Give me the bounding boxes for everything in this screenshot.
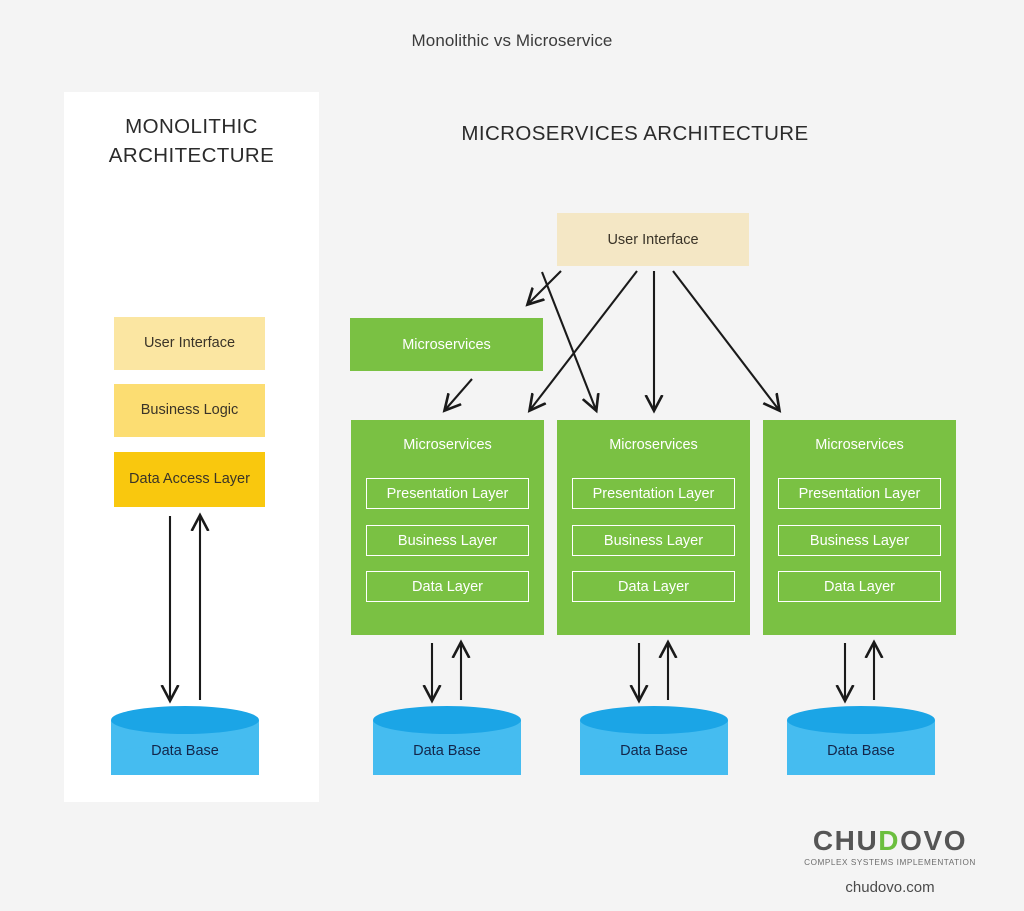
arrow-ui-to-column-3 [672,270,779,410]
microservice-column-1-layer-business: Business Layer [366,525,529,556]
arrow-gateway-to-column-2 [541,271,596,410]
microservice-database-2: Data Base [580,706,728,788]
microservice-database-3: Data Base [787,706,935,788]
microservices-gateway-label: Microservices [402,336,491,353]
microservice-column-3-layer-business: Business Layer [778,525,941,556]
microservices-gateway: Microservices [350,318,543,371]
monolith-database: Data Base [111,706,259,788]
diagram-canvas: Monolithic vs Microservice MONOLITHIC AR… [0,0,1024,911]
brand-logo-wordmark: CHUDOVO [792,826,988,856]
microservice-database-1-label: Data Base [413,743,481,759]
microservice-column-1-layer-presentation: Presentation Layer [366,478,529,509]
microservice-column-2-title: Microservices [609,437,698,453]
brand-logo-part3: OVO [900,825,968,856]
microservice-column-1-title: Microservices [403,437,492,453]
monolith-layer-data-access-label: Data Access Layer [129,471,250,487]
microservice-column-1-layer-data: Data Layer [366,571,529,602]
monolithic-heading-line2: ARCHITECTURE [108,144,275,167]
microservice-column-2-layer-business: Business Layer [572,525,735,556]
monolith-database-label: Data Base [151,743,219,759]
microservice-database-1: Data Base [373,706,521,788]
microservice-column-3: Microservices Presentation Layer Busines… [763,420,956,635]
microservice-column-3-layer-presentation: Presentation Layer [778,478,941,509]
microservice-database-2-label: Data Base [620,743,688,759]
microservices-user-interface-label: User Interface [607,231,699,248]
arrow-gateway-to-column-1 [445,378,473,410]
microservice-column-3-title: Microservices [815,437,904,453]
arrow-ui-to-gateway [528,270,562,304]
arrow-ui-to-column-1 [530,270,638,410]
microservice-column-2-layer-presentation: Presentation Layer [572,478,735,509]
brand-logo-part1: CHU [812,825,879,856]
microservice-column-1: Microservices Presentation Layer Busines… [351,420,544,635]
microservices-user-interface: User Interface [557,213,749,266]
brand-website[interactable]: chudovo.com [792,879,988,896]
brand-block: CHUDOVO COMPLEX SYSTEMS IMPLEMENTATION c… [792,826,988,897]
monolith-layer-business-logic-label: Business Logic [140,402,239,418]
monolith-layer-business-logic: Business Logic [114,384,265,437]
page-title: Monolithic vs Microservice [411,31,613,50]
monolithic-heading-line1: MONOLITHIC [125,115,258,138]
microservice-database-3-label: Data Base [827,743,895,759]
microservice-column-2-layer-data: Data Layer [572,571,735,602]
monolithic-panel [64,92,319,802]
brand-logo-part2: D [878,825,901,856]
monolith-layer-user-interface: User Interface [114,317,265,370]
brand-tagline: COMPLEX SYSTEMS IMPLEMENTATION [804,858,976,867]
monolithic-heading: MONOLITHIC ARCHITECTURE [64,112,319,170]
microservices-heading: MICROSERVICES ARCHITECTURE [461,122,809,145]
microservice-column-2: Microservices Presentation Layer Busines… [557,420,750,635]
monolith-layer-data-access: Data Access Layer [114,452,265,507]
monolith-layer-user-interface-label: User Interface [143,335,236,351]
microservice-column-3-layer-data: Data Layer [778,571,941,602]
